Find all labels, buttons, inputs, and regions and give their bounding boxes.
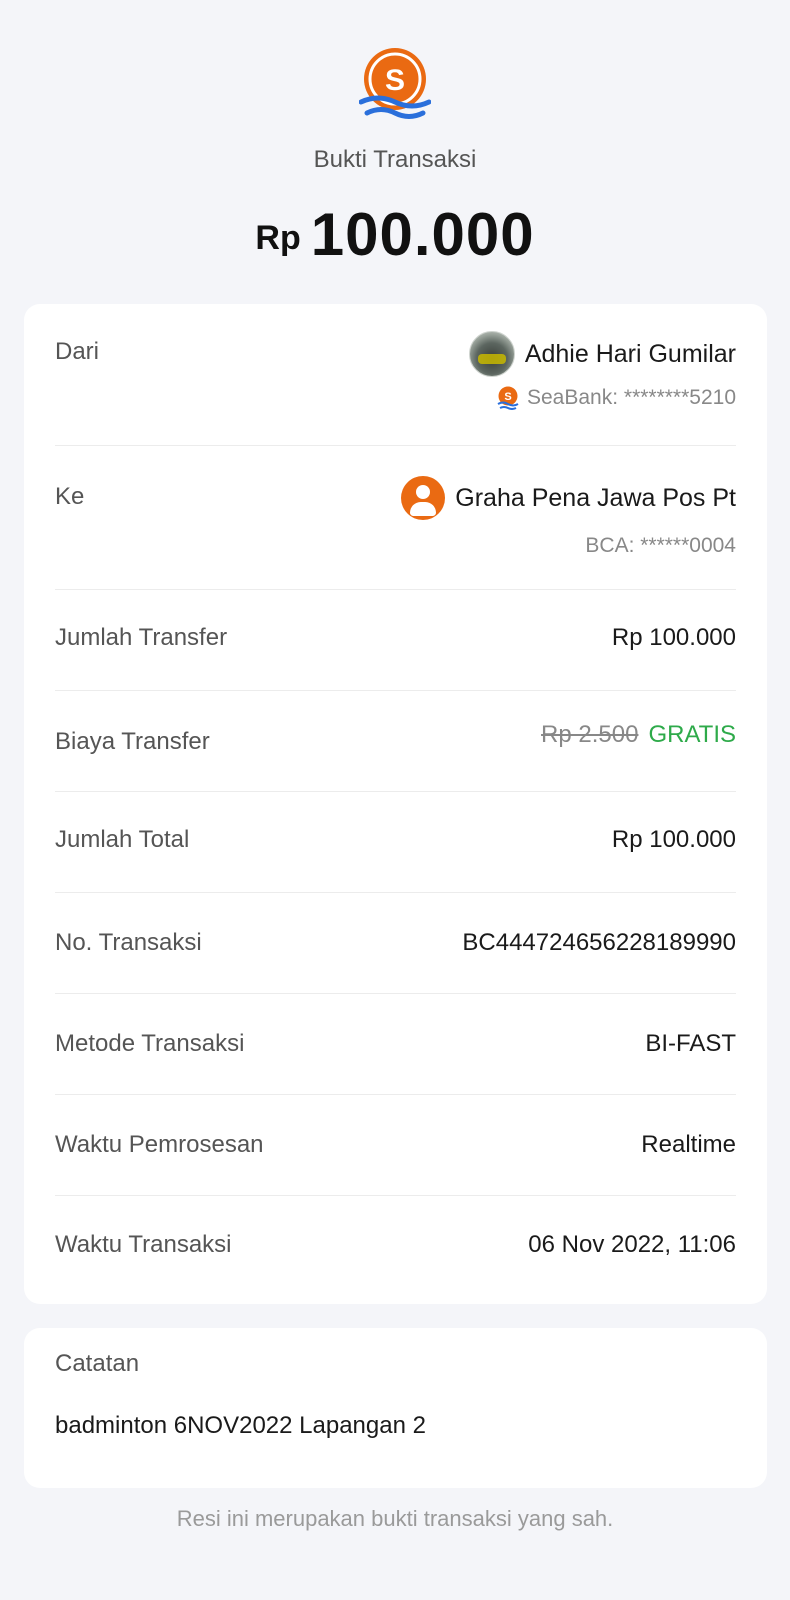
from-label: Dari (55, 338, 100, 365)
recipient-name: Graha Pena Jawa Pos Pt (455, 483, 736, 512)
sender-account-text: SeaBank: ********5210 (527, 386, 736, 409)
transfer-amount-value: Rp 100.000 (611, 624, 736, 651)
to-row: Ke Graha Pena Jawa Pos Pt BCA: ******000… (55, 446, 736, 590)
transfer-fee-value: Rp 2.500 GRATIS (541, 721, 736, 749)
method-value: BI-FAST (645, 1030, 736, 1057)
transaction-details-card: Dari Adhie Hari Gumilar S SeaBank: *****… (24, 304, 767, 1304)
to-label: Ke (55, 483, 85, 510)
processing-time-row: Waktu Pemrosesan Realtime (55, 1095, 736, 1196)
processing-time-label: Waktu Pemrosesan (55, 1131, 264, 1158)
page-title: Bukti Transaksi (313, 146, 477, 173)
seabank-mini-icon: S (497, 386, 519, 410)
svg-text:S: S (504, 391, 511, 403)
total-amount: Rp 100.000 (0, 200, 790, 269)
transfer-fee-row: Biaya Transfer Rp 2.500 GRATIS (55, 691, 736, 792)
transaction-no-label: No. Transaksi (55, 929, 202, 956)
seabank-logo-icon: S (359, 48, 431, 119)
transaction-no-row: No. Transaksi BC444724656228189990 (55, 893, 736, 994)
sender-name: Adhie Hari Gumilar (524, 339, 736, 368)
processing-time-value: Realtime (641, 1131, 736, 1158)
transaction-time-value: 06 Nov 2022, 11:06 (528, 1231, 736, 1258)
currency-label: Rp (255, 219, 301, 257)
receipt-header: S Bukti Transaksi Rp 100.000 (0, 0, 790, 300)
recipient-account-text: BCA: ******0004 (585, 534, 736, 557)
note-card: Catatan badminton 6NOV2022 Lapangan 2 (24, 1328, 767, 1488)
method-label: Metode Transaksi (55, 1030, 245, 1057)
recipient-avatar-icon (401, 476, 446, 520)
sender-account: S SeaBank: ********5210 (497, 386, 736, 410)
total-value: Rp 100.000 (611, 826, 736, 853)
from-party: Adhie Hari Gumilar (468, 331, 736, 377)
transaction-no-value: BC444724656228189990 (462, 929, 736, 956)
sender-avatar (468, 331, 515, 377)
amount-value: 100.000 (310, 201, 535, 268)
transfer-fee-label: Biaya Transfer (55, 728, 210, 755)
total-row: Jumlah Total Rp 100.000 (55, 792, 736, 893)
method-row: Metode Transaksi BI-FAST (55, 994, 736, 1095)
to-party: Graha Pena Jawa Pos Pt (401, 476, 736, 520)
note-label: Catatan (55, 1350, 140, 1377)
from-row: Dari Adhie Hari Gumilar S SeaBank: *****… (55, 304, 736, 446)
transfer-amount-label: Jumlah Transfer (55, 624, 228, 651)
svg-text:S: S (385, 64, 405, 97)
transfer-amount-row: Jumlah Transfer Rp 100.000 (55, 590, 736, 691)
footer-disclaimer: Resi ini merupakan bukti transaksi yang … (176, 1506, 614, 1531)
transaction-time-label: Waktu Transaksi (55, 1231, 232, 1258)
recipient-account: BCA: ******0004 (585, 534, 736, 558)
original-fee: Rp 2.500 (541, 721, 639, 748)
total-label: Jumlah Total (55, 826, 190, 853)
note-text: badminton 6NOV2022 Lapangan 2 (55, 1412, 426, 1439)
transaction-time-row: Waktu Transaksi 06 Nov 2022, 11:06 (55, 1196, 736, 1296)
free-badge: GRATIS (648, 721, 736, 748)
